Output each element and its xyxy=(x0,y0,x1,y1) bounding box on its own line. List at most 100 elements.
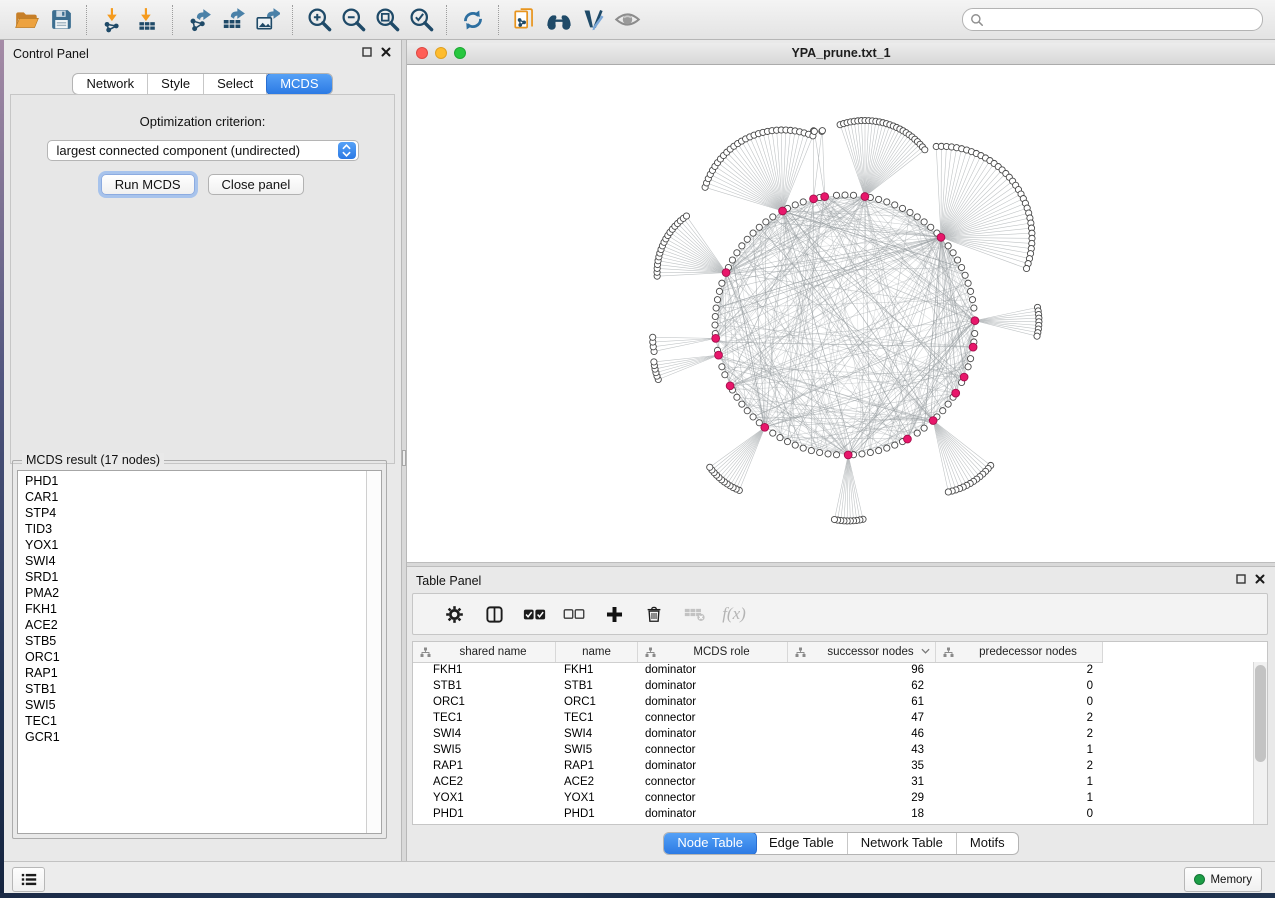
mcds-result-list[interactable]: PHD1CAR1STP4TID3YOX1SWI4SRD1PMA2FKH1ACE2… xyxy=(18,473,367,833)
search-input[interactable] xyxy=(988,12,1262,28)
run-mcds-button[interactable]: Run MCDS xyxy=(101,174,195,195)
tab-node-table[interactable]: Node Table xyxy=(663,832,757,855)
open-file-button[interactable] xyxy=(10,4,44,36)
ring-node[interactable] xyxy=(884,199,890,205)
table-row[interactable]: RAP1RAP1dominator352 xyxy=(413,758,1254,774)
ring-node[interactable] xyxy=(719,364,725,370)
splitter-grip[interactable] xyxy=(402,450,406,466)
mcds-result-item[interactable]: ACE2 xyxy=(18,617,367,633)
ring-node[interactable] xyxy=(744,236,750,242)
ring-node[interactable] xyxy=(792,202,798,208)
ring-node[interactable] xyxy=(962,272,968,278)
mcds-result-item[interactable]: PHD1 xyxy=(18,473,367,489)
table-row[interactable]: FKH1FKH1dominator962 xyxy=(413,662,1254,678)
ring-node[interactable] xyxy=(800,445,806,451)
ring-node[interactable] xyxy=(714,297,720,303)
ring-node[interactable] xyxy=(784,438,790,444)
ring-node[interactable] xyxy=(940,408,946,414)
mcds-result-item[interactable]: PMA2 xyxy=(18,585,367,601)
mcds-result-item[interactable]: STP4 xyxy=(18,505,367,521)
tab-network-table[interactable]: Network Table xyxy=(848,833,957,854)
column-header-name[interactable]: name xyxy=(556,642,638,662)
ring-node[interactable] xyxy=(971,305,977,311)
ring-node[interactable] xyxy=(713,305,719,311)
mcds-result-item[interactable]: SWI4 xyxy=(18,553,367,569)
ring-node[interactable] xyxy=(777,434,783,440)
ring-node[interactable] xyxy=(945,401,951,407)
create-column-button[interactable] xyxy=(594,599,634,629)
tab-select[interactable]: Select xyxy=(204,74,267,94)
ring-node[interactable] xyxy=(914,214,920,220)
import-table-button[interactable] xyxy=(130,4,164,36)
mcds-result-item[interactable]: FKH1 xyxy=(18,601,367,617)
satellite-node[interactable] xyxy=(922,147,928,153)
zoom-in-button[interactable] xyxy=(302,4,336,36)
ring-node[interactable] xyxy=(800,199,806,205)
mcds-hub-node[interactable] xyxy=(971,317,979,325)
ring-node[interactable] xyxy=(817,449,823,455)
table-row[interactable]: STB1STB1dominator620 xyxy=(413,678,1254,694)
ring-node[interactable] xyxy=(722,372,728,378)
close-panel-icon[interactable] xyxy=(1255,574,1265,584)
mcds-result-item[interactable]: SWI5 xyxy=(18,697,367,713)
ring-node[interactable] xyxy=(907,209,913,215)
ring-node[interactable] xyxy=(808,447,814,453)
ring-node[interactable] xyxy=(756,224,762,230)
ring-node[interactable] xyxy=(876,196,882,202)
satellite-node[interactable] xyxy=(811,128,817,134)
task-history-button[interactable] xyxy=(12,867,45,892)
export-table-button[interactable] xyxy=(216,4,250,36)
column-header-predecessor-nodes[interactable]: predecessor nodes xyxy=(936,642,1103,662)
mcds-hub-node[interactable] xyxy=(779,207,787,215)
ring-node[interactable] xyxy=(914,430,920,436)
table-row[interactable]: YOX1YOX1connector291 xyxy=(413,790,1254,806)
table-row[interactable]: ORC1ORC1dominator610 xyxy=(413,694,1254,710)
toggle-visual-style-button[interactable] xyxy=(576,4,610,36)
ring-node[interactable] xyxy=(899,205,905,211)
mcds-hub-node[interactable] xyxy=(904,435,912,443)
mcds-result-item[interactable]: GCR1 xyxy=(18,729,367,745)
satellite-node[interactable] xyxy=(945,489,951,495)
mcds-hub-node[interactable] xyxy=(960,373,968,381)
ring-node[interactable] xyxy=(859,451,865,457)
ring-node[interactable] xyxy=(892,442,898,448)
ring-node[interactable] xyxy=(921,425,927,431)
mcds-hub-node[interactable] xyxy=(937,233,945,241)
table-settings-button[interactable] xyxy=(434,599,474,629)
ring-node[interactable] xyxy=(954,257,960,263)
ring-node[interactable] xyxy=(967,288,973,294)
ring-node[interactable] xyxy=(712,322,718,328)
mcds-hub-node[interactable] xyxy=(761,423,769,431)
ring-node[interactable] xyxy=(945,243,951,249)
mcds-hub-node[interactable] xyxy=(929,417,937,425)
ring-node[interactable] xyxy=(972,330,978,336)
column-header-successor-nodes[interactable]: successor nodes xyxy=(788,642,936,662)
ring-node[interactable] xyxy=(716,288,722,294)
mcds-result-item[interactable]: SRD1 xyxy=(18,569,367,585)
satellite-node[interactable] xyxy=(651,359,657,365)
show-column-panel-button[interactable] xyxy=(474,599,514,629)
network-graph[interactable] xyxy=(407,65,1275,562)
memory-status-button[interactable]: Memory xyxy=(1184,867,1262,892)
tab-mcds[interactable]: MCDS xyxy=(266,73,332,95)
ring-node[interactable] xyxy=(965,280,971,286)
table-scrollbar[interactable] xyxy=(1253,662,1267,824)
save-session-button[interactable] xyxy=(44,4,78,36)
global-search-field[interactable] xyxy=(962,8,1263,31)
mcds-result-item[interactable]: CAR1 xyxy=(18,489,367,505)
ring-node[interactable] xyxy=(958,264,964,270)
ring-node[interactable] xyxy=(867,449,873,455)
zoom-fit-button[interactable] xyxy=(370,4,404,36)
ring-node[interactable] xyxy=(729,257,735,263)
deselect-all-columns-button[interactable] xyxy=(554,599,594,629)
ring-node[interactable] xyxy=(770,214,776,220)
ring-node[interactable] xyxy=(928,224,934,230)
ring-node[interactable] xyxy=(965,364,971,370)
zoom-selected-button[interactable] xyxy=(404,4,438,36)
mcds-hub-node[interactable] xyxy=(715,351,723,359)
ring-node[interactable] xyxy=(967,356,973,362)
table-row[interactable]: TEC1TEC1connector472 xyxy=(413,710,1254,726)
ring-node[interactable] xyxy=(921,219,927,225)
delete-column-button[interactable] xyxy=(634,599,674,629)
float-window-icon[interactable] xyxy=(1236,574,1246,584)
